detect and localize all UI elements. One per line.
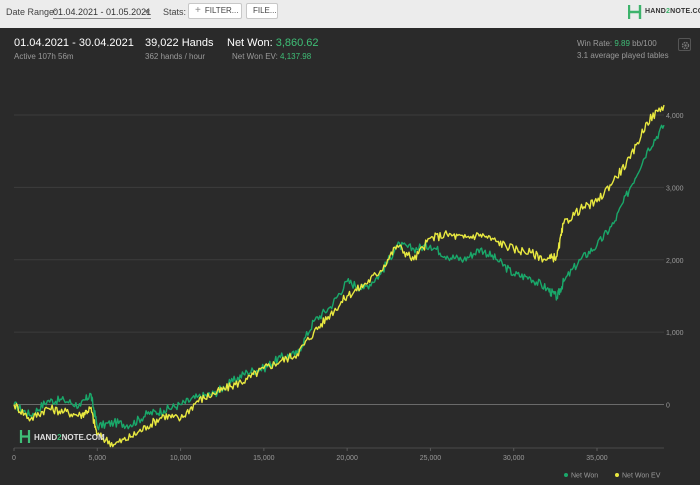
series-line-net-won bbox=[13, 124, 665, 431]
file-button-label: FILE... bbox=[253, 6, 277, 15]
y-tick-label: 0 bbox=[666, 403, 670, 410]
profit-graph: 0 1,000 2,000 3,000 4,000 0 5,000 10,000 15,000 2… bbox=[12, 104, 684, 480]
stats-label: Stats: bbox=[163, 7, 187, 17]
legend-label: Net Won bbox=[571, 473, 598, 480]
chart-panel: 0 1,000 2,000 3,000 4,000 0 5,000 10,000 15,000 2… bbox=[0, 28, 700, 485]
period-title: 01.04.2021 - 30.04.2021 bbox=[14, 37, 134, 49]
brand-name: HAND2NOTE.COM bbox=[645, 8, 700, 15]
filter-button-label: FILTER... bbox=[204, 6, 239, 15]
y-tick-label: 2,000 bbox=[666, 258, 684, 265]
x-tick-label: 20,000 bbox=[336, 455, 358, 462]
x-tick-label: 35,000 bbox=[586, 455, 608, 462]
watermark-text: HAND2NOTE.COM bbox=[34, 433, 105, 442]
win-rate-unit: bb/100 bbox=[632, 39, 657, 48]
hands-count: 39,022 Hands bbox=[145, 37, 214, 49]
x-tick-label: 5,000 bbox=[89, 455, 107, 462]
x-tick-label: 10,000 bbox=[170, 455, 192, 462]
chevron-down-icon[interactable] bbox=[144, 10, 150, 14]
brand-logo: HAND2NOTE.COM bbox=[627, 4, 700, 20]
active-time: Active 107h 56m bbox=[14, 52, 74, 61]
y-tick-label: 4,000 bbox=[666, 113, 684, 120]
gear-icon bbox=[681, 41, 690, 50]
settings-button[interactable] bbox=[678, 38, 691, 51]
file-button[interactable]: FILE... bbox=[246, 3, 278, 19]
y-tick-label: 3,000 bbox=[666, 185, 684, 192]
watermark: HAND2NOTE.COM bbox=[19, 430, 105, 443]
y-tick-label: 1,000 bbox=[666, 330, 684, 337]
net-won: Net Won: 3,860.62 bbox=[227, 37, 319, 49]
filter-button[interactable]: + FILTER... bbox=[188, 3, 242, 19]
hands-rate: 362 hands / hour bbox=[145, 52, 206, 61]
net-won-ev: Net Won EV: 4,137.98 bbox=[232, 52, 311, 61]
legend-marker bbox=[615, 473, 619, 477]
hand2note-logo-icon bbox=[627, 5, 642, 19]
win-rate: Win Rate: 9.89 bb/100 bbox=[577, 39, 657, 48]
avg-tables: 3.1 average played tables bbox=[577, 51, 669, 60]
hand2note-logo-icon bbox=[19, 430, 31, 443]
x-tick-label: 25,000 bbox=[420, 455, 442, 462]
net-won-value: 3,860.62 bbox=[275, 37, 319, 49]
win-rate-label: Win Rate: bbox=[577, 39, 613, 48]
win-rate-value: 9.89 bbox=[614, 39, 630, 48]
net-won-ev-value: 4,137.98 bbox=[280, 52, 312, 61]
x-tick-label: 15,000 bbox=[253, 455, 275, 462]
date-range-label: Date Range: bbox=[6, 7, 57, 17]
x-tick-label: 30,000 bbox=[503, 455, 525, 462]
date-range-select[interactable]: 01.04.2021 - 01.05.2021 bbox=[53, 7, 152, 19]
toolbar: Date Range: 01.04.2021 - 01.05.2021 Stat… bbox=[0, 0, 700, 26]
plus-icon: + bbox=[195, 5, 201, 16]
net-won-label: Net Won: bbox=[227, 37, 273, 49]
net-won-ev-label: Net Won EV: bbox=[232, 52, 278, 61]
legend-marker bbox=[564, 473, 568, 477]
x-tick-label: 0 bbox=[12, 455, 16, 462]
legend-label: Net Won EV bbox=[622, 473, 661, 480]
